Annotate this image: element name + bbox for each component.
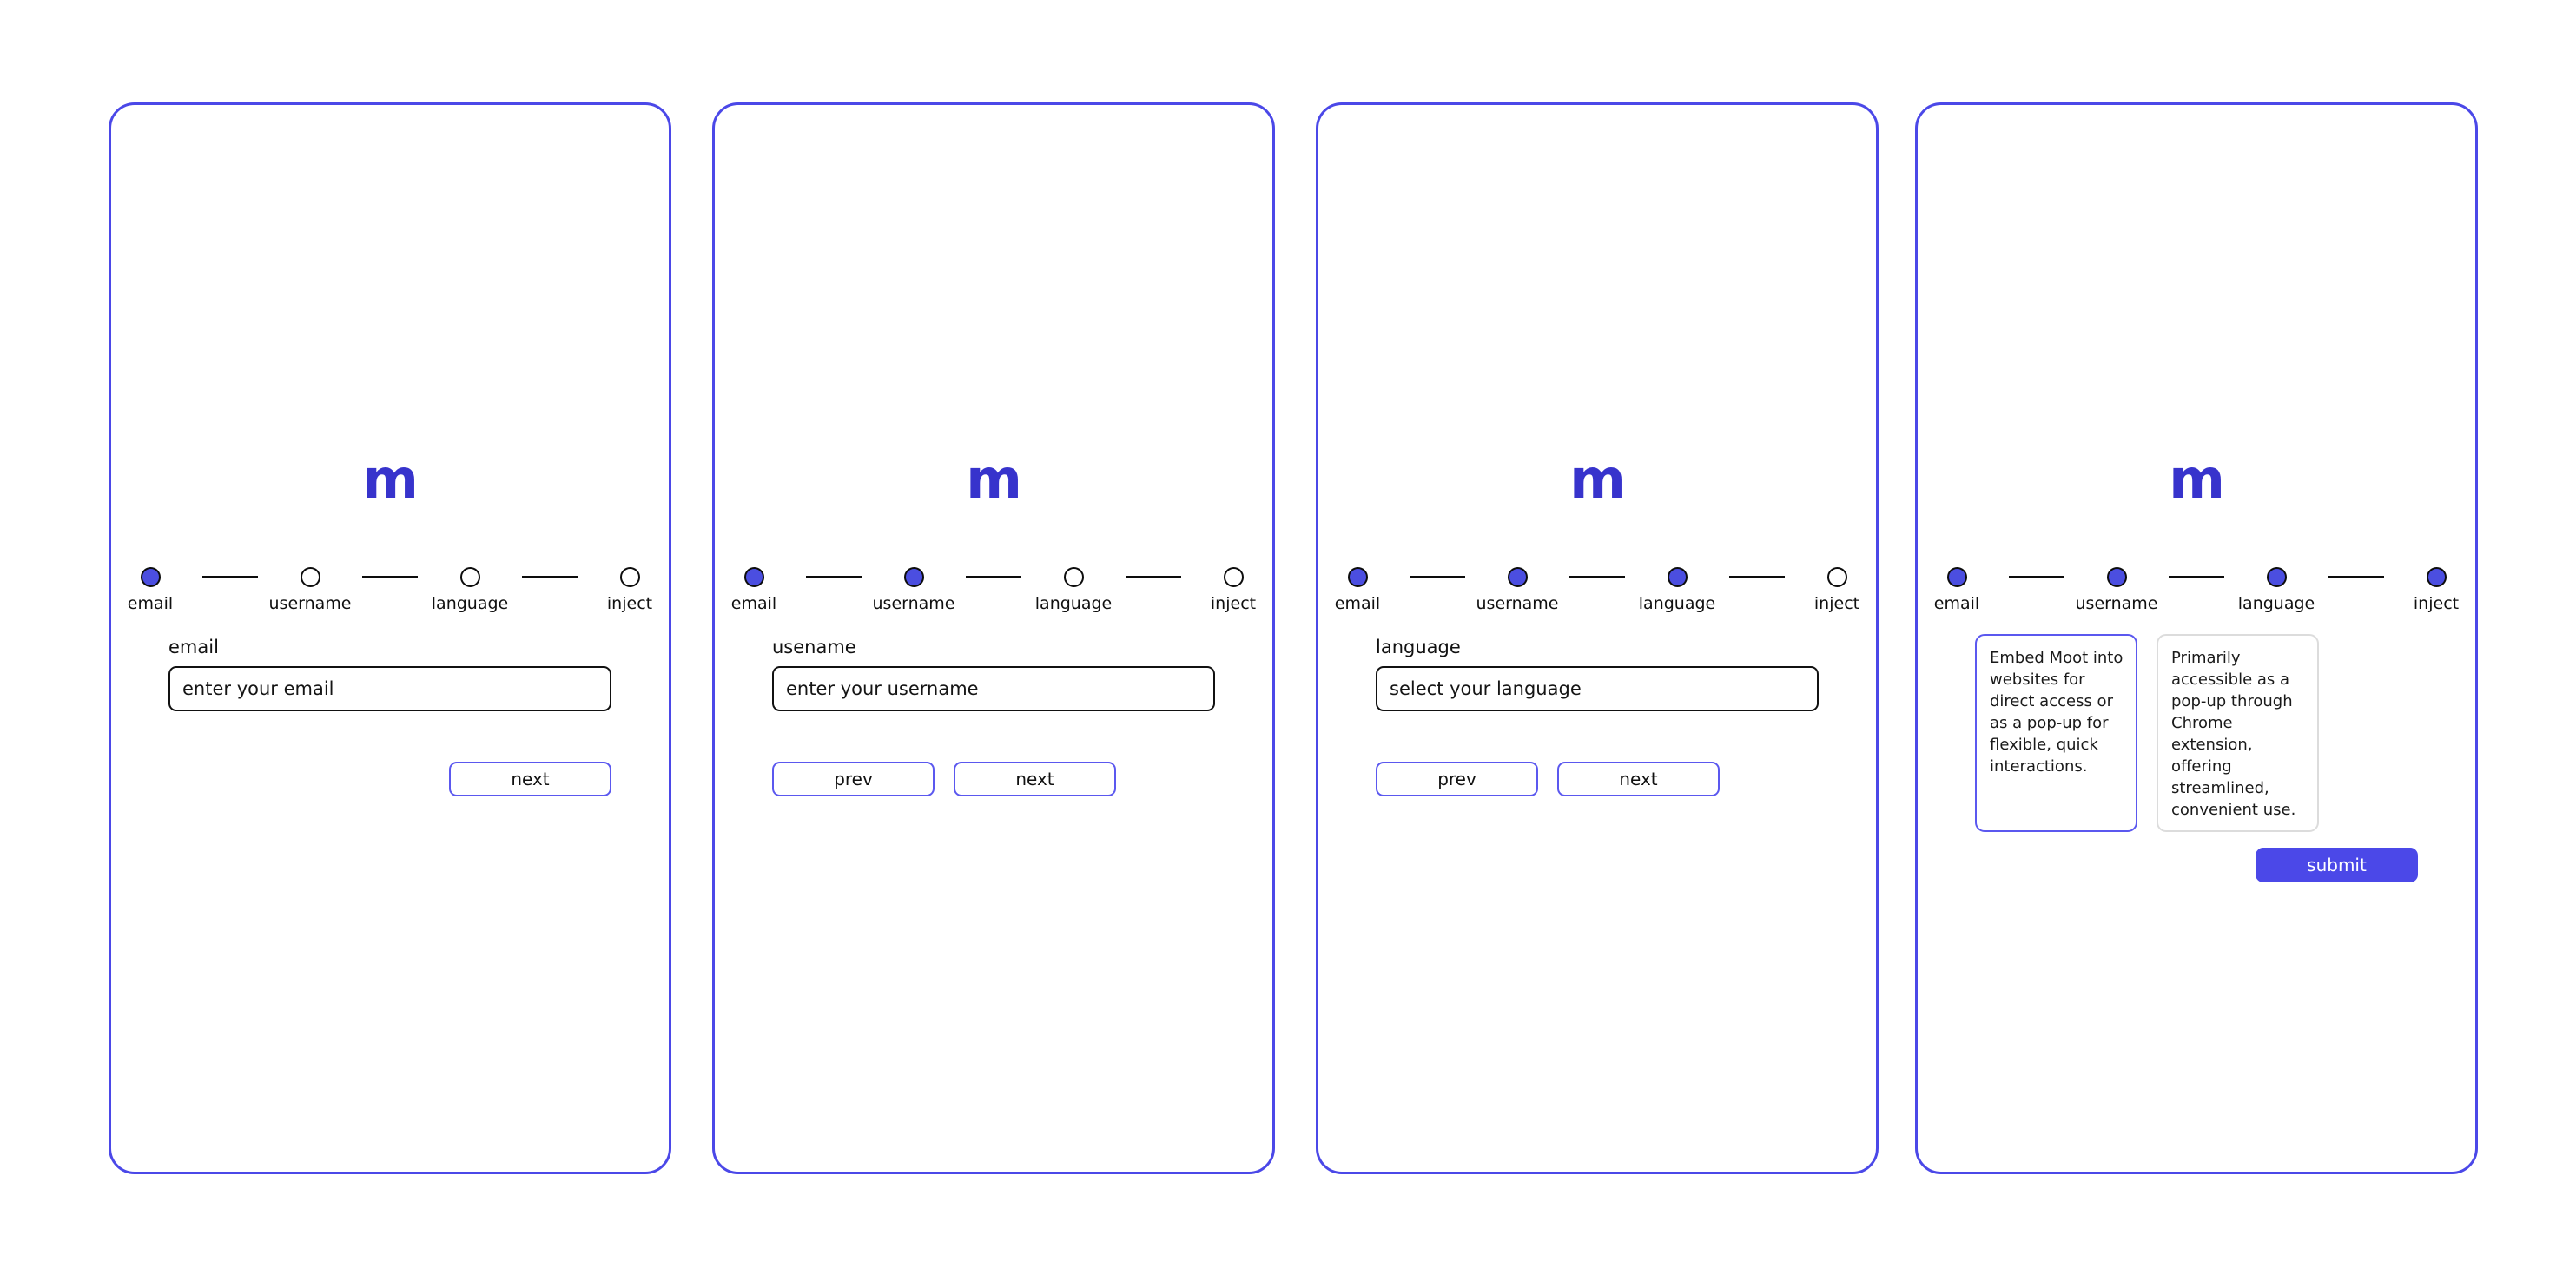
stepper-connector bbox=[362, 576, 418, 578]
form-actions: prev next bbox=[1318, 762, 1876, 796]
email-field-label: email bbox=[168, 637, 219, 657]
stepper-step-inject[interactable]: inject bbox=[578, 567, 682, 613]
stepper-step-inject[interactable]: inject bbox=[1181, 567, 1285, 613]
stepper-label-inject: inject bbox=[1210, 594, 1257, 613]
step-dot-icon bbox=[459, 567, 480, 587]
stepper-label-email: email bbox=[730, 594, 777, 613]
stepper-connector bbox=[1410, 576, 1465, 578]
stepper-connector bbox=[202, 576, 258, 578]
prev-button[interactable]: prev bbox=[1376, 762, 1538, 796]
app-logo: m bbox=[2169, 447, 2225, 511]
stepper-step-email[interactable]: email bbox=[1905, 567, 2009, 613]
stepper-label-email: email bbox=[1933, 594, 1980, 613]
app-logo: m bbox=[1569, 447, 1626, 511]
form-field: language select your language bbox=[1318, 636, 1876, 711]
stepper-step-email[interactable]: email bbox=[1305, 567, 1410, 613]
stepper-label-language: language bbox=[431, 594, 509, 613]
progress-stepper: email username language inject bbox=[715, 567, 1272, 613]
stepper-step-username[interactable]: username bbox=[862, 567, 966, 613]
form-actions: next bbox=[111, 762, 669, 796]
inject-option-embed[interactable]: Embed Moot into websites for direct acce… bbox=[1975, 634, 2137, 832]
stepper-step-username[interactable]: username bbox=[1465, 567, 1569, 613]
stepper-label-username: username bbox=[1476, 594, 1559, 613]
step-dot-icon bbox=[1507, 567, 1528, 587]
progress-stepper: email username language inject bbox=[111, 567, 669, 613]
stepper-label-email: email bbox=[127, 594, 174, 613]
username-field-label: usename bbox=[772, 637, 856, 657]
step-dot-icon bbox=[903, 567, 924, 587]
stepper-step-inject[interactable]: inject bbox=[1785, 567, 1889, 613]
app-logo: m bbox=[966, 447, 1022, 511]
stepper-label-username: username bbox=[268, 594, 352, 613]
step-dot-icon bbox=[619, 567, 640, 587]
screen-inject-step: m email username language inject Embed M… bbox=[1915, 102, 2478, 1174]
stepper-connector bbox=[1569, 576, 1625, 578]
stepper-connector bbox=[522, 576, 578, 578]
stepper-label-email: email bbox=[1334, 594, 1381, 613]
app-logo: m bbox=[362, 447, 419, 511]
stepper-step-language[interactable]: language bbox=[1021, 567, 1126, 613]
form-field: email enter your email bbox=[111, 636, 669, 711]
stepper-step-language[interactable]: language bbox=[418, 567, 522, 613]
stepper-step-email[interactable]: email bbox=[702, 567, 806, 613]
next-button[interactable]: next bbox=[954, 762, 1116, 796]
stepper-label-inject: inject bbox=[2413, 594, 2460, 613]
prev-button[interactable]: prev bbox=[772, 762, 935, 796]
stepper-connector bbox=[806, 576, 862, 578]
stepper-step-language[interactable]: language bbox=[1625, 567, 1729, 613]
step-dot-icon bbox=[1826, 567, 1847, 587]
stepper-connector bbox=[966, 576, 1021, 578]
stepper-connector bbox=[2009, 576, 2064, 578]
stepper-connector bbox=[1126, 576, 1181, 578]
inject-options: Embed Moot into websites for direct acce… bbox=[1918, 634, 2475, 832]
inject-option-extension[interactable]: Primarily accessible as a pop-up through… bbox=[2157, 634, 2319, 832]
step-dot-icon bbox=[1223, 567, 1244, 587]
stepper-connector bbox=[1729, 576, 1785, 578]
screen-language-step: m email username language inject languag… bbox=[1316, 102, 1879, 1174]
step-dot-icon bbox=[140, 567, 161, 587]
form-actions: prev next bbox=[715, 762, 1272, 796]
stepper-label-username: username bbox=[872, 594, 955, 613]
stepper-label-language: language bbox=[2237, 594, 2315, 613]
email-input[interactable]: enter your email bbox=[168, 666, 611, 711]
language-field-label: language bbox=[1376, 637, 1461, 657]
form-field: usename enter your username bbox=[715, 636, 1272, 711]
progress-stepper: email username language inject bbox=[1318, 567, 1876, 613]
next-button[interactable]: next bbox=[1557, 762, 1720, 796]
stepper-label-language: language bbox=[1034, 594, 1113, 613]
stepper-label-username: username bbox=[2075, 594, 2158, 613]
next-button[interactable]: next bbox=[449, 762, 611, 796]
step-dot-icon bbox=[2106, 567, 2127, 587]
username-input[interactable]: enter your username bbox=[772, 666, 1215, 711]
screen-username-step: m email username language inject usename… bbox=[712, 102, 1275, 1174]
step-dot-icon bbox=[1667, 567, 1688, 587]
stepper-label-inject: inject bbox=[1813, 594, 1860, 613]
stepper-connector bbox=[2328, 576, 2384, 578]
step-dot-icon bbox=[1946, 567, 1967, 587]
step-dot-icon bbox=[743, 567, 764, 587]
stepper-label-language: language bbox=[1638, 594, 1716, 613]
stepper-step-username[interactable]: username bbox=[258, 567, 362, 613]
screens-board: m email username language inject email e… bbox=[0, 0, 2576, 1275]
submit-button[interactable]: submit bbox=[2256, 848, 2418, 882]
stepper-connector bbox=[2169, 576, 2224, 578]
stepper-label-inject: inject bbox=[606, 594, 653, 613]
stepper-step-inject[interactable]: inject bbox=[2384, 567, 2488, 613]
form-actions: submit bbox=[1918, 848, 2475, 882]
step-dot-icon bbox=[2426, 567, 2447, 587]
stepper-step-username[interactable]: username bbox=[2064, 567, 2169, 613]
language-select[interactable]: select your language bbox=[1376, 666, 1819, 711]
step-dot-icon bbox=[1347, 567, 1368, 587]
progress-stepper: email username language inject bbox=[1918, 567, 2475, 613]
screen-email-step: m email username language inject email e… bbox=[109, 102, 671, 1174]
stepper-step-language[interactable]: language bbox=[2224, 567, 2328, 613]
step-dot-icon bbox=[1063, 567, 1084, 587]
stepper-step-email[interactable]: email bbox=[98, 567, 202, 613]
step-dot-icon bbox=[300, 567, 320, 587]
step-dot-icon bbox=[2266, 567, 2287, 587]
